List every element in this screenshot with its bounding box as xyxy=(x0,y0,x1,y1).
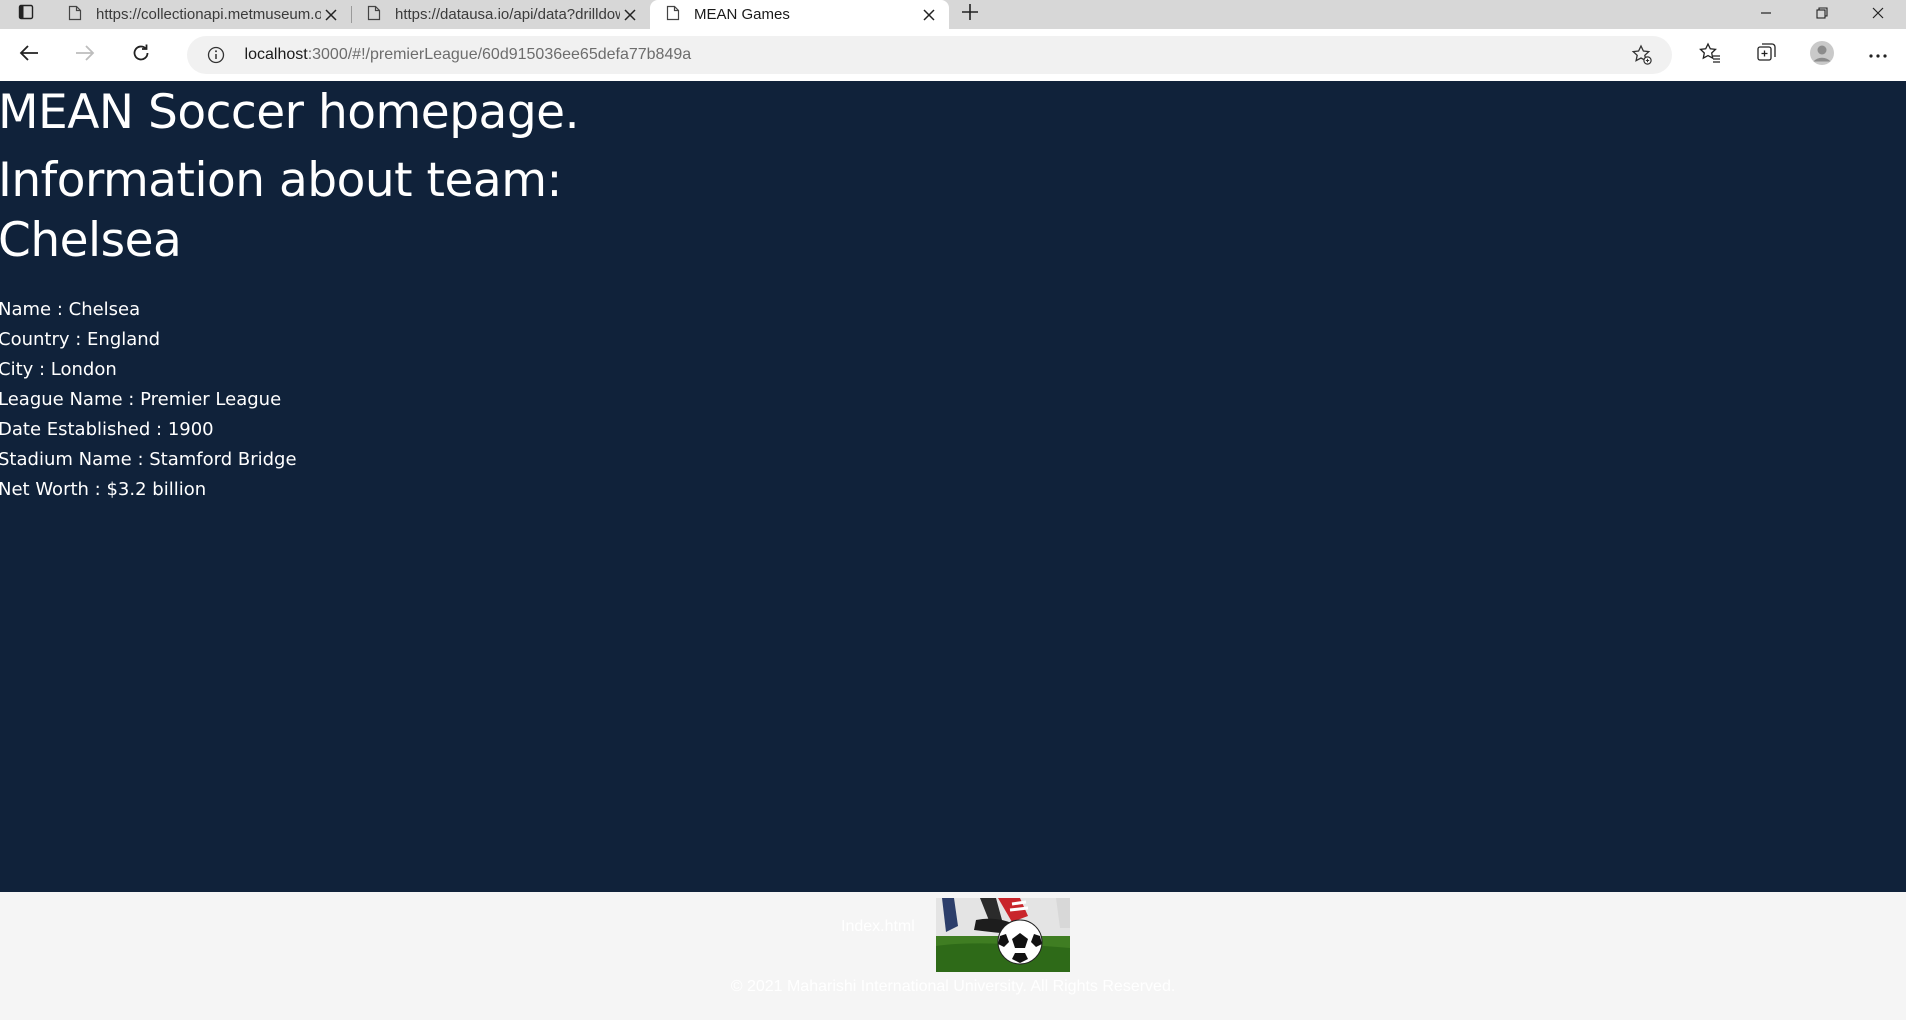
browser-tab-1[interactable]: https://collectionapi.metmuseum.org/publ… xyxy=(52,0,351,29)
detail-row: Date Established : 1900 xyxy=(0,419,214,440)
browser-toolbar: localhost:3000/#!/premierLeague/60d91503… xyxy=(0,29,1906,81)
close-window-icon xyxy=(1872,6,1884,24)
page-icon xyxy=(666,5,680,25)
soccer-ball-image xyxy=(936,898,1070,972)
arrow-left-icon xyxy=(19,44,39,67)
detail-label: City xyxy=(0,359,34,380)
tab-title: https://collectionapi.metmuseum.org/publ… xyxy=(96,6,321,23)
detail-row: City : London xyxy=(0,359,117,380)
detail-row: Net Worth : $3.2 billion xyxy=(0,479,207,500)
more-icon xyxy=(1868,46,1888,64)
close-icon[interactable] xyxy=(919,5,939,25)
detail-row: League Name : Premier League xyxy=(0,389,282,410)
detail-label: Stadium Name xyxy=(0,449,132,470)
detail-label: League Name xyxy=(0,389,123,410)
toolbar-right xyxy=(1682,29,1906,81)
plus-icon xyxy=(961,3,979,26)
url-path: :3000/#!/premierLeague/60d915036ee65defa… xyxy=(307,46,692,63)
address-bar[interactable]: localhost:3000/#!/premierLeague/60d91503… xyxy=(186,36,1672,74)
tab-actions-button[interactable] xyxy=(0,0,52,29)
browser-tab-2[interactable]: https://datausa.io/api/data?drilldowns=N… xyxy=(351,0,650,29)
favorites-icon xyxy=(1699,41,1721,69)
profile-button[interactable] xyxy=(1794,29,1850,81)
copyright-text: © 2021 Maharishi International Universit… xyxy=(730,978,1176,995)
arrow-right-icon xyxy=(75,44,95,67)
detail-label: Name xyxy=(0,299,52,320)
page-icon xyxy=(68,5,82,25)
tab-title: https://datausa.io/api/data?drilldowns=N… xyxy=(395,6,620,23)
minimize-button[interactable] xyxy=(1738,0,1794,29)
close-icon[interactable] xyxy=(321,5,341,25)
detail-row: Name : Chelsea xyxy=(0,299,141,320)
url-host: localhost xyxy=(244,46,308,63)
page-icon xyxy=(367,5,381,25)
window-controls xyxy=(1738,0,1906,29)
favorites-button[interactable] xyxy=(1682,29,1738,81)
collections-icon xyxy=(1755,42,1777,69)
restore-icon xyxy=(1816,6,1828,24)
page-title: MEAN Soccer homepage. xyxy=(0,85,580,140)
close-window-button[interactable] xyxy=(1850,0,1906,29)
new-tab-button[interactable] xyxy=(949,0,991,29)
detail-value: Premier League xyxy=(140,389,282,410)
footer: Index.html © 2021 Maharishi Internationa… xyxy=(0,892,1906,1020)
footer-index-link[interactable]: Index.html xyxy=(841,918,915,936)
add-favorite-icon[interactable] xyxy=(1624,44,1660,66)
detail-value: Stamford Bridge xyxy=(149,449,297,470)
back-button[interactable] xyxy=(0,29,58,81)
tab-actions-icon xyxy=(18,4,34,25)
detail-value: London xyxy=(50,359,117,380)
avatar-icon xyxy=(1809,40,1835,71)
info-icon[interactable] xyxy=(201,46,231,64)
detail-value: England xyxy=(87,329,161,350)
collections-button[interactable] xyxy=(1738,29,1794,81)
tab-title: MEAN Games xyxy=(694,6,790,23)
page-content: MEAN Soccer homepage. Information about … xyxy=(0,81,1906,892)
refresh-icon xyxy=(131,43,151,68)
team-details: Name : Chelsea Country : England City : … xyxy=(0,295,1906,505)
restore-button[interactable] xyxy=(1794,0,1850,29)
detail-value: 1900 xyxy=(167,419,214,440)
detail-label: Net Worth xyxy=(0,479,89,500)
refresh-button[interactable] xyxy=(113,29,169,81)
browser-tab-active[interactable]: MEAN Games xyxy=(650,0,949,29)
minimize-icon xyxy=(1760,6,1772,24)
detail-label: Country xyxy=(0,329,70,350)
detail-value: Chelsea xyxy=(68,299,141,320)
close-icon[interactable] xyxy=(620,5,640,25)
detail-row: Country : England xyxy=(0,329,161,350)
forward-button[interactable] xyxy=(58,29,114,81)
detail-value: $3.2 billion xyxy=(106,479,207,500)
team-heading: Information about team: Chelsea xyxy=(0,153,562,268)
detail-row: Stadium Name : Stamford Bridge xyxy=(0,449,297,470)
tab-strip: https://collectionapi.metmuseum.org/publ… xyxy=(0,0,1906,29)
settings-menu-button[interactable] xyxy=(1850,29,1906,81)
url-text[interactable]: localhost:3000/#!/premierLeague/60d91503… xyxy=(245,46,1624,64)
detail-label: Date Established xyxy=(0,419,151,440)
